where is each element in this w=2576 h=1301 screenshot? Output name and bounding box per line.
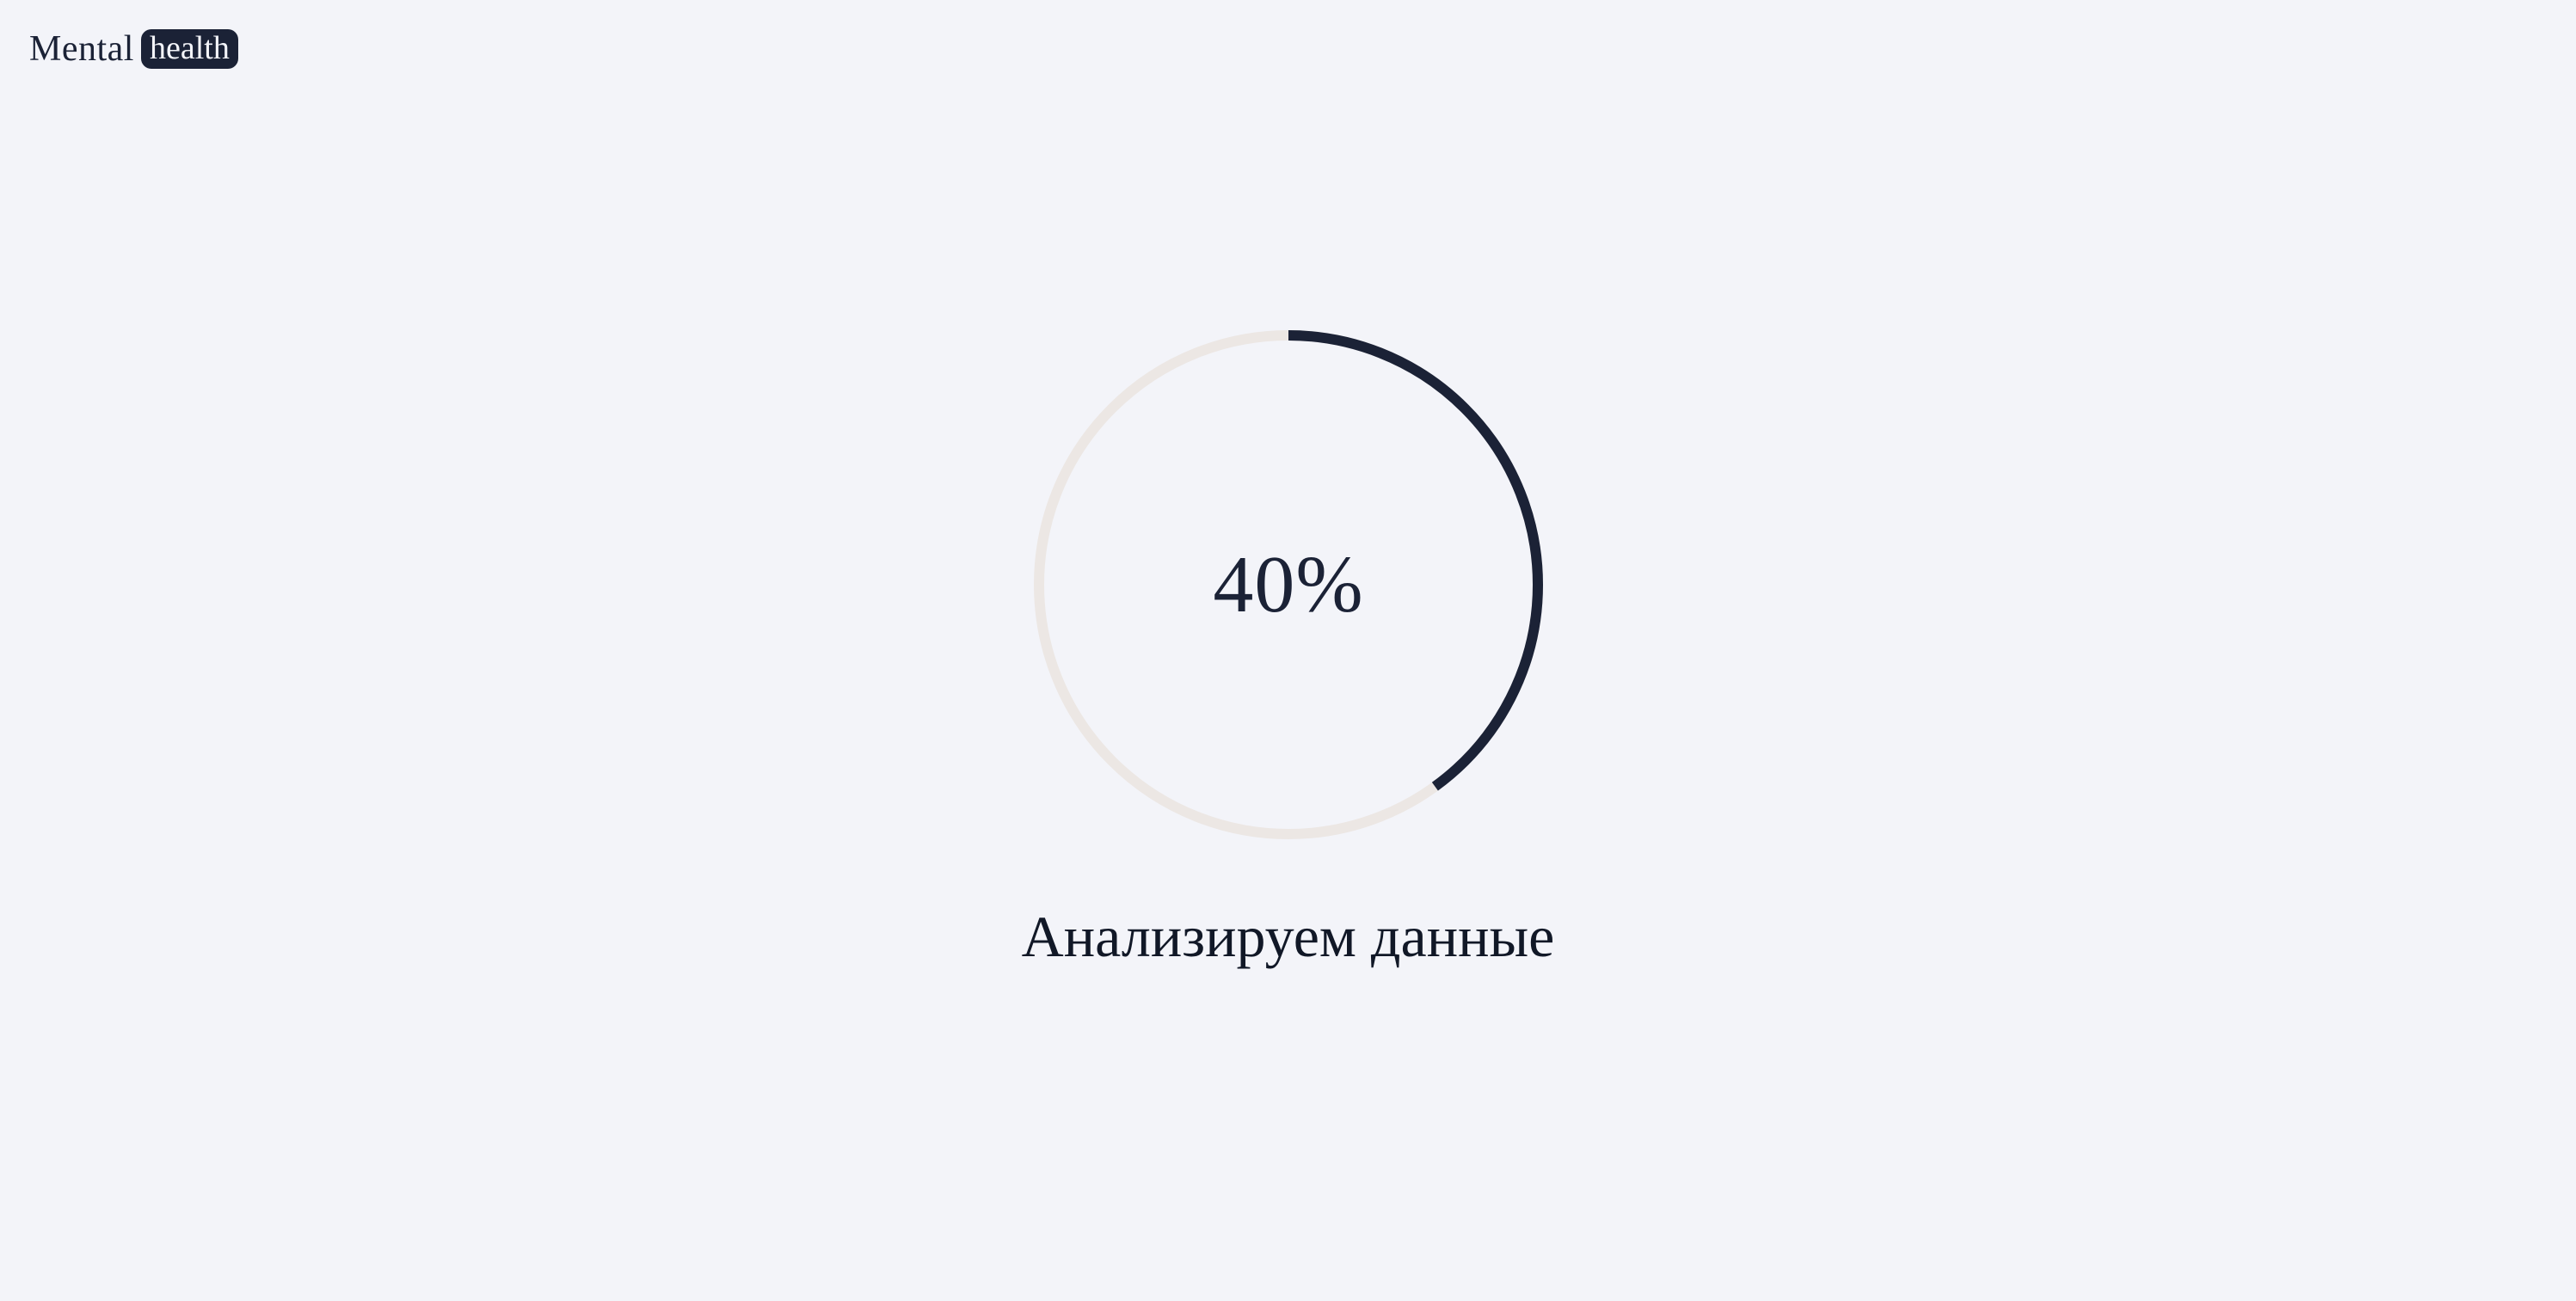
brand-logo[interactable]: Mental health bbox=[29, 28, 238, 71]
progress-percentage: 40% bbox=[1213, 540, 1364, 629]
progress-ring: 40% bbox=[1032, 328, 1545, 841]
brand-word: Mental bbox=[29, 29, 134, 69]
status-message: Анализируем данные bbox=[1021, 904, 1555, 969]
brand-badge: health bbox=[140, 29, 238, 69]
